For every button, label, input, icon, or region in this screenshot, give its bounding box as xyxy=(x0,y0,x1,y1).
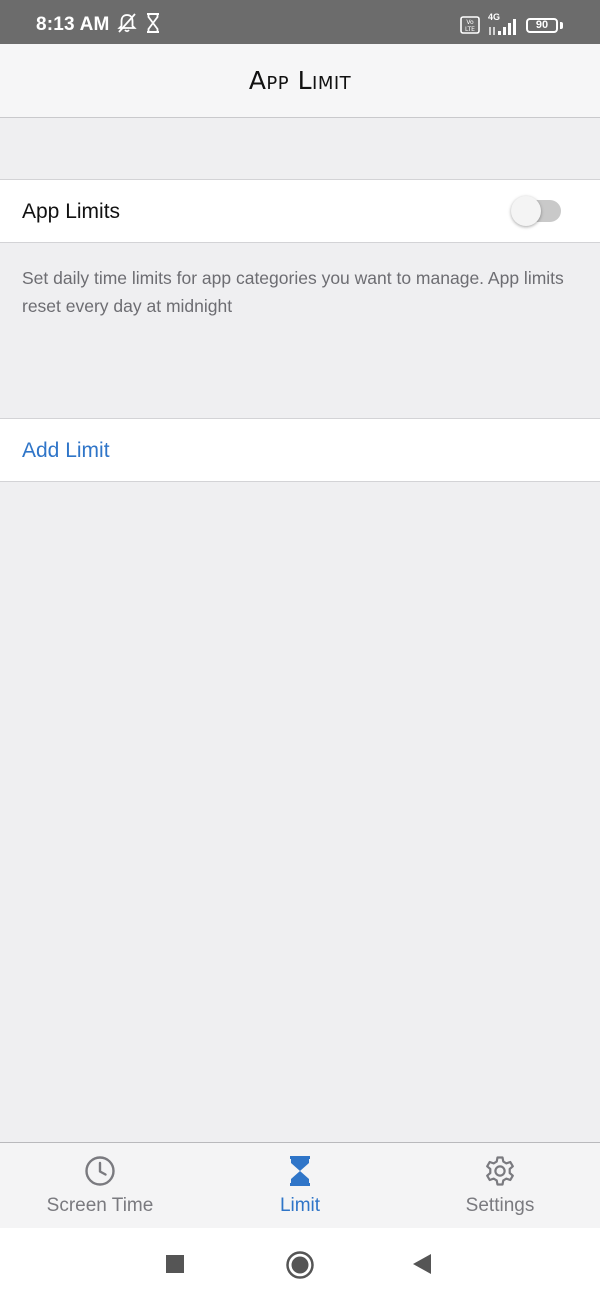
page-title: App Limit xyxy=(248,66,352,95)
system-navigation-bar xyxy=(0,1228,600,1300)
battery-level: 90 xyxy=(535,19,549,31)
svg-text:LTE: LTE xyxy=(465,26,475,33)
hourglass-icon xyxy=(284,1155,316,1187)
navigation-bar: App Limit xyxy=(0,44,600,118)
tab-settings[interactable]: Settings xyxy=(400,1143,600,1229)
app-limits-row: App Limits xyxy=(0,179,600,243)
app-limits-toggle[interactable] xyxy=(511,196,561,226)
tab-label: Screen Time xyxy=(46,1195,154,1216)
hourglass-icon xyxy=(146,12,160,39)
toggle-knob xyxy=(511,196,541,226)
battery-tip xyxy=(560,22,563,29)
tab-label: Settings xyxy=(465,1195,535,1216)
status-time: 8:13 AM xyxy=(36,14,110,35)
network-type: 4G xyxy=(488,12,501,22)
back-button[interactable] xyxy=(411,1253,433,1280)
svg-text:Vo: Vo xyxy=(466,19,474,26)
battery-icon: 90 xyxy=(526,18,558,33)
volte-icon: Vo LTE xyxy=(460,16,480,39)
app-limits-label: App Limits xyxy=(22,200,121,223)
add-limit-button[interactable]: Add Limit xyxy=(22,439,110,463)
status-bar: 8:13 AM Vo LTE 4G 90 xyxy=(0,0,600,44)
app-limits-description: Set daily time limits for app categories… xyxy=(22,268,564,316)
tab-bar: Screen Time Limit Settings xyxy=(0,1142,600,1228)
tab-label: Limit xyxy=(279,1195,321,1216)
home-button[interactable] xyxy=(285,1250,315,1285)
clock-icon xyxy=(84,1155,116,1187)
bell-off-icon xyxy=(117,12,137,39)
add-limit-row[interactable]: Add Limit xyxy=(0,418,600,482)
tab-limit[interactable]: Limit xyxy=(200,1143,400,1229)
recents-button[interactable] xyxy=(165,1254,185,1279)
tab-screen-time[interactable]: Screen Time xyxy=(0,1143,200,1229)
gear-icon xyxy=(484,1155,516,1187)
